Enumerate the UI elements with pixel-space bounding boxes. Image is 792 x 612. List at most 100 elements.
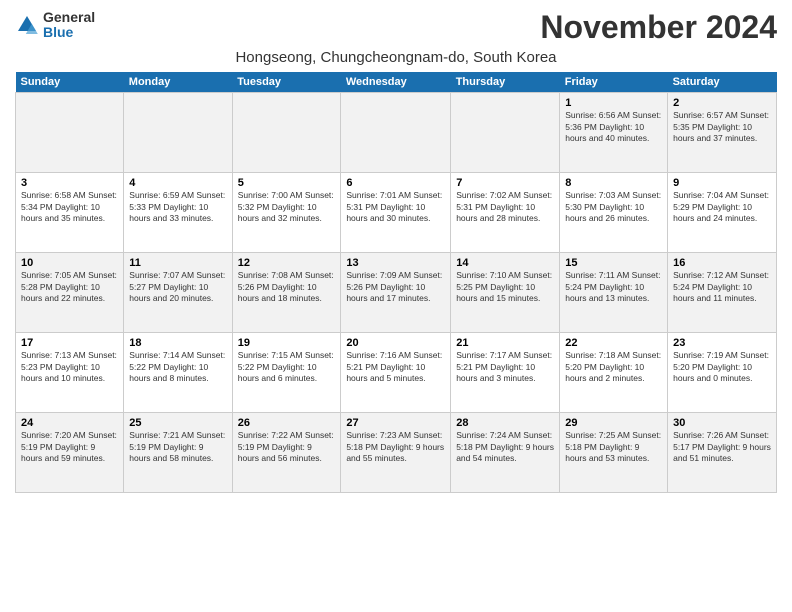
cell-2-4: 14Sunrise: 7:10 AM Sunset: 5:25 PM Dayli… xyxy=(451,253,560,333)
day-number-1-0: 3 xyxy=(21,177,118,189)
day-number-1-5: 8 xyxy=(565,177,662,189)
cell-3-5: 22Sunrise: 7:18 AM Sunset: 5:20 PM Dayli… xyxy=(560,333,668,413)
header-row: Sunday Monday Tuesday Wednesday Thursday… xyxy=(16,72,777,93)
day-number-3-5: 22 xyxy=(565,337,662,349)
week-row-4: 24Sunrise: 7:20 AM Sunset: 5:19 PM Dayli… xyxy=(16,413,777,493)
day-number-0-6: 2 xyxy=(673,97,771,109)
day-number-4-1: 25 xyxy=(129,417,226,429)
day-info-2-5: Sunrise: 7:11 AM Sunset: 5:24 PM Dayligh… xyxy=(565,270,662,304)
day-info-4-3: Sunrise: 7:23 AM Sunset: 5:18 PM Dayligh… xyxy=(346,430,445,464)
col-thursday: Thursday xyxy=(451,72,560,93)
day-info-4-4: Sunrise: 7:24 AM Sunset: 5:18 PM Dayligh… xyxy=(456,430,554,464)
cell-3-1: 18Sunrise: 7:14 AM Sunset: 5:22 PM Dayli… xyxy=(124,333,232,413)
col-sunday: Sunday xyxy=(16,72,124,93)
day-info-0-5: Sunrise: 6:56 AM Sunset: 5:36 PM Dayligh… xyxy=(565,110,662,144)
day-number-3-1: 18 xyxy=(129,337,226,349)
cell-4-6: 30Sunrise: 7:26 AM Sunset: 5:17 PM Dayli… xyxy=(668,413,777,493)
day-info-2-2: Sunrise: 7:08 AM Sunset: 5:26 PM Dayligh… xyxy=(238,270,336,304)
day-number-1-4: 7 xyxy=(456,177,554,189)
cell-3-2: 19Sunrise: 7:15 AM Sunset: 5:22 PM Dayli… xyxy=(232,333,341,413)
cell-1-1: 4Sunrise: 6:59 AM Sunset: 5:33 PM Daylig… xyxy=(124,173,232,253)
cell-2-0: 10Sunrise: 7:05 AM Sunset: 5:28 PM Dayli… xyxy=(16,253,124,333)
cell-4-3: 27Sunrise: 7:23 AM Sunset: 5:18 PM Dayli… xyxy=(341,413,451,493)
day-info-2-1: Sunrise: 7:07 AM Sunset: 5:27 PM Dayligh… xyxy=(129,270,226,304)
day-number-3-0: 17 xyxy=(21,337,118,349)
day-info-1-6: Sunrise: 7:04 AM Sunset: 5:29 PM Dayligh… xyxy=(673,190,771,224)
month-title: November 2024 xyxy=(540,10,777,45)
cell-2-5: 15Sunrise: 7:11 AM Sunset: 5:24 PM Dayli… xyxy=(560,253,668,333)
day-info-1-4: Sunrise: 7:02 AM Sunset: 5:31 PM Dayligh… xyxy=(456,190,554,224)
col-monday: Monday xyxy=(124,72,232,93)
day-info-1-1: Sunrise: 6:59 AM Sunset: 5:33 PM Dayligh… xyxy=(129,190,226,224)
day-number-2-4: 14 xyxy=(456,257,554,269)
calendar-table: Sunday Monday Tuesday Wednesday Thursday… xyxy=(15,72,777,493)
day-number-1-2: 5 xyxy=(238,177,336,189)
day-number-4-0: 24 xyxy=(21,417,118,429)
day-number-4-3: 27 xyxy=(346,417,445,429)
day-number-4-4: 28 xyxy=(456,417,554,429)
cell-1-2: 5Sunrise: 7:00 AM Sunset: 5:32 PM Daylig… xyxy=(232,173,341,253)
logo-icon xyxy=(15,13,39,37)
day-info-1-3: Sunrise: 7:01 AM Sunset: 5:31 PM Dayligh… xyxy=(346,190,445,224)
day-info-4-2: Sunrise: 7:22 AM Sunset: 5:19 PM Dayligh… xyxy=(238,430,336,464)
day-info-1-5: Sunrise: 7:03 AM Sunset: 5:30 PM Dayligh… xyxy=(565,190,662,224)
cell-0-1 xyxy=(124,93,232,173)
day-number-2-6: 16 xyxy=(673,257,771,269)
logo-blue: Blue xyxy=(43,25,95,40)
week-row-1: 3Sunrise: 6:58 AM Sunset: 5:34 PM Daylig… xyxy=(16,173,777,253)
day-number-3-3: 20 xyxy=(346,337,445,349)
day-info-3-5: Sunrise: 7:18 AM Sunset: 5:20 PM Dayligh… xyxy=(565,350,662,384)
day-info-1-0: Sunrise: 6:58 AM Sunset: 5:34 PM Dayligh… xyxy=(21,190,118,224)
day-info-3-4: Sunrise: 7:17 AM Sunset: 5:21 PM Dayligh… xyxy=(456,350,554,384)
cell-2-2: 12Sunrise: 7:08 AM Sunset: 5:26 PM Dayli… xyxy=(232,253,341,333)
day-number-1-1: 4 xyxy=(129,177,226,189)
cell-2-1: 11Sunrise: 7:07 AM Sunset: 5:27 PM Dayli… xyxy=(124,253,232,333)
day-info-3-0: Sunrise: 7:13 AM Sunset: 5:23 PM Dayligh… xyxy=(21,350,118,384)
cell-1-5: 8Sunrise: 7:03 AM Sunset: 5:30 PM Daylig… xyxy=(560,173,668,253)
day-info-4-1: Sunrise: 7:21 AM Sunset: 5:19 PM Dayligh… xyxy=(129,430,226,464)
day-info-3-6: Sunrise: 7:19 AM Sunset: 5:20 PM Dayligh… xyxy=(673,350,771,384)
day-number-4-6: 30 xyxy=(673,417,771,429)
day-info-1-2: Sunrise: 7:00 AM Sunset: 5:32 PM Dayligh… xyxy=(238,190,336,224)
cell-3-6: 23Sunrise: 7:19 AM Sunset: 5:20 PM Dayli… xyxy=(668,333,777,413)
day-info-3-3: Sunrise: 7:16 AM Sunset: 5:21 PM Dayligh… xyxy=(346,350,445,384)
day-number-3-4: 21 xyxy=(456,337,554,349)
day-number-2-0: 10 xyxy=(21,257,118,269)
day-number-3-6: 23 xyxy=(673,337,771,349)
week-row-2: 10Sunrise: 7:05 AM Sunset: 5:28 PM Dayli… xyxy=(16,253,777,333)
day-info-3-2: Sunrise: 7:15 AM Sunset: 5:22 PM Dayligh… xyxy=(238,350,336,384)
cell-4-5: 29Sunrise: 7:25 AM Sunset: 5:18 PM Dayli… xyxy=(560,413,668,493)
day-number-4-5: 29 xyxy=(565,417,662,429)
cell-0-2 xyxy=(232,93,341,173)
day-info-2-0: Sunrise: 7:05 AM Sunset: 5:28 PM Dayligh… xyxy=(21,270,118,304)
logo-text: General Blue xyxy=(43,10,95,41)
cell-0-3 xyxy=(341,93,451,173)
subtitle: Hongseong, Chungcheongnam-do, South Kore… xyxy=(15,49,777,66)
cell-4-0: 24Sunrise: 7:20 AM Sunset: 5:19 PM Dayli… xyxy=(16,413,124,493)
day-number-0-5: 1 xyxy=(565,97,662,109)
cell-4-1: 25Sunrise: 7:21 AM Sunset: 5:19 PM Dayli… xyxy=(124,413,232,493)
cell-3-0: 17Sunrise: 7:13 AM Sunset: 5:23 PM Dayli… xyxy=(16,333,124,413)
day-info-4-0: Sunrise: 7:20 AM Sunset: 5:19 PM Dayligh… xyxy=(21,430,118,464)
logo: General Blue xyxy=(15,10,95,41)
day-number-2-5: 15 xyxy=(565,257,662,269)
day-number-3-2: 19 xyxy=(238,337,336,349)
logo-general: General xyxy=(43,10,95,25)
day-info-0-6: Sunrise: 6:57 AM Sunset: 5:35 PM Dayligh… xyxy=(673,110,771,144)
day-info-2-3: Sunrise: 7:09 AM Sunset: 5:26 PM Dayligh… xyxy=(346,270,445,304)
cell-3-4: 21Sunrise: 7:17 AM Sunset: 5:21 PM Dayli… xyxy=(451,333,560,413)
col-wednesday: Wednesday xyxy=(341,72,451,93)
cell-1-3: 6Sunrise: 7:01 AM Sunset: 5:31 PM Daylig… xyxy=(341,173,451,253)
col-saturday: Saturday xyxy=(668,72,777,93)
cell-0-6: 2Sunrise: 6:57 AM Sunset: 5:35 PM Daylig… xyxy=(668,93,777,173)
main-container: General Blue November 2024 Hongseong, Ch… xyxy=(0,0,792,498)
col-tuesday: Tuesday xyxy=(232,72,341,93)
week-row-0: 1Sunrise: 6:56 AM Sunset: 5:36 PM Daylig… xyxy=(16,93,777,173)
cell-2-3: 13Sunrise: 7:09 AM Sunset: 5:26 PM Dayli… xyxy=(341,253,451,333)
cell-0-5: 1Sunrise: 6:56 AM Sunset: 5:36 PM Daylig… xyxy=(560,93,668,173)
day-number-1-6: 9 xyxy=(673,177,771,189)
cell-2-6: 16Sunrise: 7:12 AM Sunset: 5:24 PM Dayli… xyxy=(668,253,777,333)
day-number-2-1: 11 xyxy=(129,257,226,269)
day-number-4-2: 26 xyxy=(238,417,336,429)
cell-0-4 xyxy=(451,93,560,173)
